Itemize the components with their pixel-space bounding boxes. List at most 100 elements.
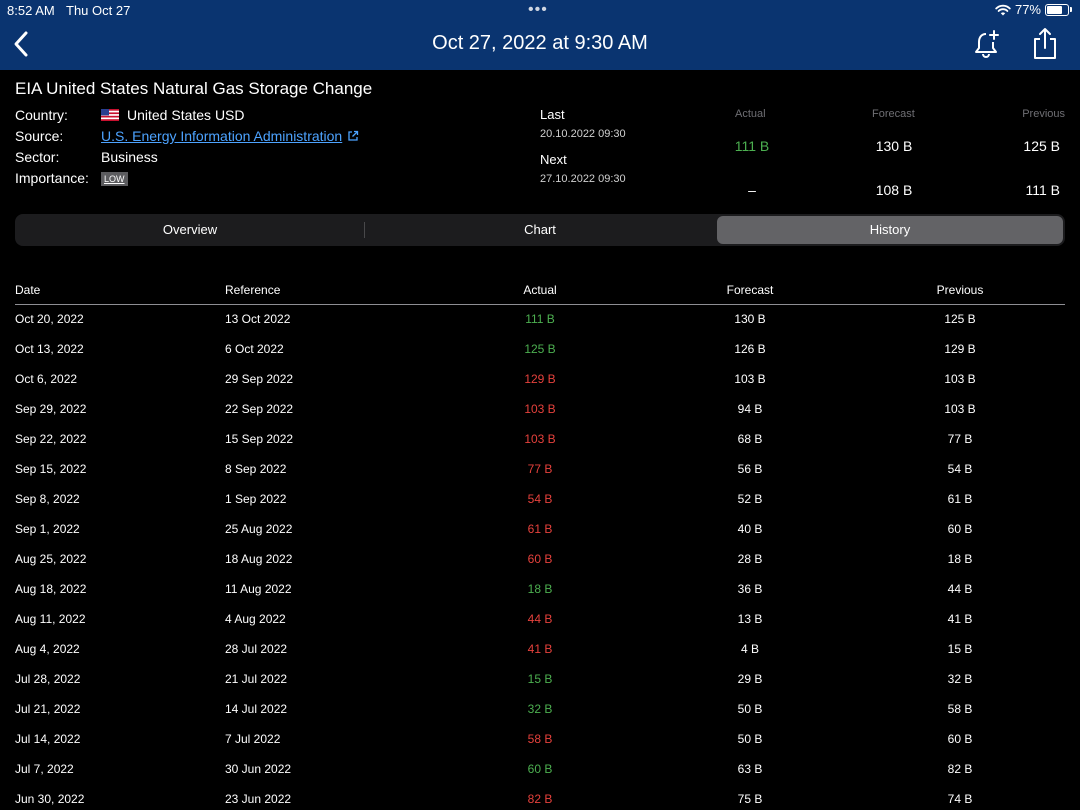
cell-previous: 58 B [947,702,973,716]
last-forecast-value: 130 B [875,138,913,154]
tab-chart[interactable]: Chart [367,216,713,244]
status-time: 8:52 AM [7,3,55,18]
cell-reference: 30 Jun 2022 [225,762,292,776]
cell-forecast: 94 B [737,402,763,416]
table-row[interactable]: Oct 13, 2022 6 Oct 2022 125 B 126 B 129 B [0,335,1080,365]
cell-date: Jul 28, 2022 [15,672,81,686]
last-label: Last [540,107,565,122]
actual-header: Actual [735,108,766,120]
column-header-previous: Previous [936,283,984,297]
cell-forecast: 75 B [737,792,763,806]
source-value-row: U.S. Energy Information Administration [101,128,359,144]
cell-actual: 44 B [527,612,553,626]
table-row[interactable]: Jul 14, 2022 7 Jul 2022 58 B 50 B 60 B [0,725,1080,755]
cell-reference: 21 Jul 2022 [225,672,288,686]
table-row[interactable]: Jul 7, 2022 30 Jun 2022 60 B 63 B 82 B [0,755,1080,785]
next-date: 27.10.2022 09:30 [540,173,626,185]
tab-overview[interactable]: Overview [17,216,363,244]
source-link[interactable]: U.S. Energy Information Administration [101,128,342,144]
cell-actual: 61 B [527,522,553,536]
cell-forecast: 130 B [734,312,766,326]
cell-date: Aug 11, 2022 [15,612,86,626]
multitasking-dots-icon[interactable]: ••• [528,1,548,19]
table-row[interactable]: Jul 21, 2022 14 Jul 2022 32 B 50 B 58 B [0,695,1080,725]
cell-forecast: 63 B [737,762,763,776]
cell-date: Sep 15, 2022 [15,462,87,476]
cell-reference: 4 Aug 2022 [225,612,286,626]
cell-reference: 15 Sep 2022 [225,432,294,446]
last-date: 20.10.2022 09:30 [540,128,626,140]
source-label: Source: [15,128,64,144]
cell-actual: 111 B [525,312,555,326]
cell-reference: 29 Sep 2022 [225,372,294,386]
cell-actual: 41 B [527,642,553,656]
tab-history[interactable]: History [717,216,1063,244]
cell-reference: 1 Sep 2022 [225,492,287,506]
table-row[interactable]: Sep 8, 2022 1 Sep 2022 54 B 52 B 61 B [0,485,1080,515]
cell-actual: 18 B [527,582,553,596]
cell-reference: 7 Jul 2022 [225,732,281,746]
cell-date: Jun 30, 2022 [15,792,85,806]
country-value-row: United States USD [101,107,245,123]
cell-previous: 32 B [947,672,973,686]
cell-date: Aug 4, 2022 [15,642,80,656]
cell-previous: 129 B [944,342,976,356]
battery-percent: 77% [1014,2,1041,17]
next-forecast-value: 108 B [875,182,913,198]
chevron-left-icon [14,31,28,57]
cell-forecast: 28 B [737,552,763,566]
cell-forecast: 36 B [737,582,763,596]
cell-forecast: 4 B [740,642,759,656]
table-row[interactable]: Aug 18, 2022 11 Aug 2022 18 B 36 B 44 B [0,575,1080,605]
cell-previous: 44 B [947,582,973,596]
column-header-date: Date [15,283,41,297]
table-row[interactable]: Oct 20, 2022 13 Oct 2022 111 B 130 B 125 B [0,305,1080,335]
cell-previous: 82 B [947,762,973,776]
nav-title: Oct 27, 2022 at 9:30 AM [432,32,648,54]
sector-label: Sector: [15,149,60,165]
us-flag-icon [101,109,119,121]
back-button[interactable] [10,28,34,60]
battery-cap [1070,7,1072,12]
table-row[interactable]: Sep 15, 2022 8 Sep 2022 77 B 56 B 54 B [0,455,1080,485]
column-header-actual: Actual [523,283,557,297]
table-row[interactable]: Sep 22, 2022 15 Sep 2022 103 B 68 B 77 B [0,425,1080,455]
cell-previous: 77 B [947,432,973,446]
cell-actual: 54 B [527,492,553,506]
cell-previous: 60 B [947,522,973,536]
status-date: Thu Oct 27 [66,3,131,18]
share-button[interactable] [1030,26,1060,60]
cell-actual: 125 B [524,342,556,356]
cell-date: Aug 25, 2022 [15,552,87,566]
table-row[interactable]: Jun 30, 2022 23 Jun 2022 82 B 75 B 74 B [0,785,1080,810]
table-row[interactable]: Oct 6, 2022 29 Sep 2022 129 B 103 B 103 B [0,365,1080,395]
cell-previous: 60 B [947,732,973,746]
cell-forecast: 50 B [737,732,763,746]
external-link-icon[interactable] [347,130,359,142]
cell-date: Jul 7, 2022 [15,762,74,776]
cell-previous: 125 B [944,312,976,326]
table-row[interactable]: Sep 29, 2022 22 Sep 2022 103 B 94 B 103 B [0,395,1080,425]
cell-forecast: 29 B [737,672,763,686]
cell-reference: 25 Aug 2022 [225,522,293,536]
cell-reference: 13 Oct 2022 [225,312,291,326]
table-row[interactable]: Aug 11, 2022 4 Aug 2022 44 B 13 B 41 B [0,605,1080,635]
cell-previous: 15 B [947,642,973,656]
cell-previous: 54 B [947,462,973,476]
cell-actual: 15 B [527,672,553,686]
table-row[interactable]: Sep 1, 2022 25 Aug 2022 61 B 40 B 60 B [0,515,1080,545]
cell-previous: 103 B [944,402,976,416]
set-alert-button[interactable] [972,28,1002,60]
cell-actual: 129 B [524,372,556,386]
cell-date: Oct 13, 2022 [15,342,84,356]
cell-reference: 28 Jul 2022 [225,642,288,656]
importance-badge: LOW [101,172,128,186]
cell-date: Sep 22, 2022 [15,432,87,446]
cell-reference: 8 Sep 2022 [225,462,287,476]
table-row[interactable]: Aug 4, 2022 28 Jul 2022 41 B 4 B 15 B [0,635,1080,665]
cell-forecast: 52 B [737,492,763,506]
cell-reference: 18 Aug 2022 [225,552,293,566]
cell-forecast: 103 B [734,372,766,386]
table-row[interactable]: Jul 28, 2022 21 Jul 2022 15 B 29 B 32 B [0,665,1080,695]
table-row[interactable]: Aug 25, 2022 18 Aug 2022 60 B 28 B 18 B [0,545,1080,575]
